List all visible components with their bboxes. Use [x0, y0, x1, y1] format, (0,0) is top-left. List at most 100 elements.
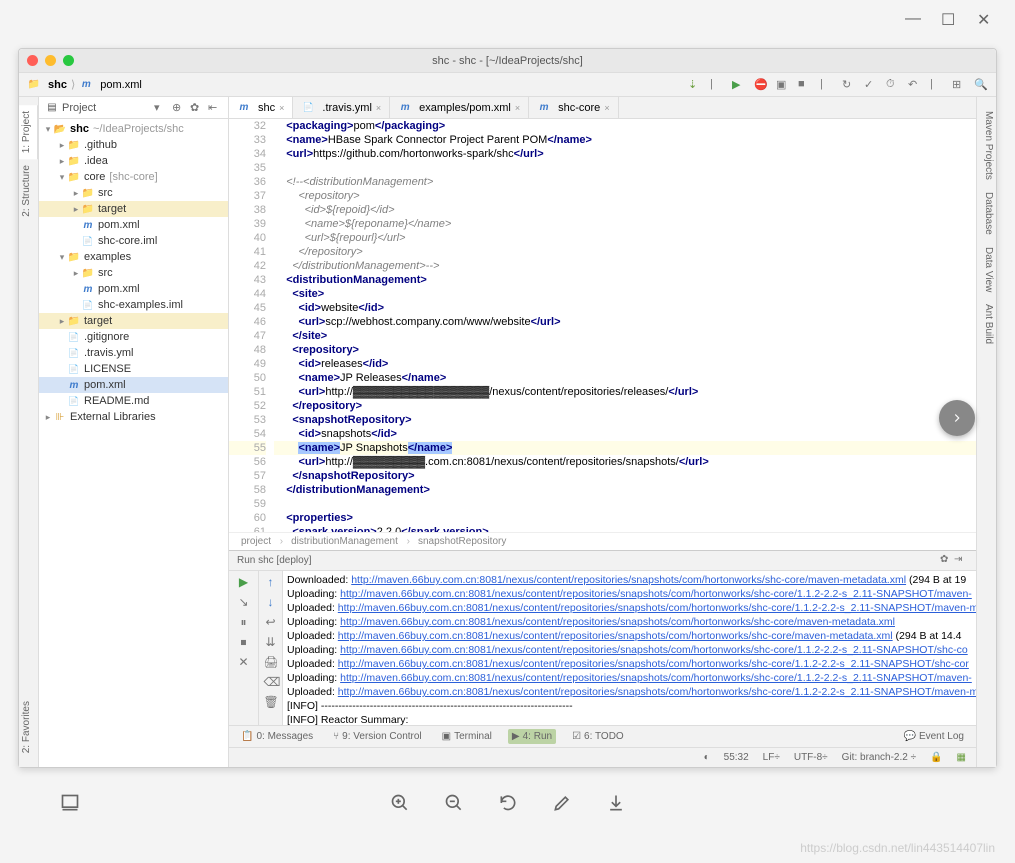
rail-tab-database[interactable]: Database: [977, 186, 996, 241]
code-content[interactable]: <packaging>pom</packaging> <name>HBase S…: [274, 119, 976, 532]
tree-node--idea[interactable]: ▸📁.idea: [39, 153, 228, 169]
coverage-icon[interactable]: ▣: [776, 78, 790, 92]
debug-icon[interactable]: ⛔: [754, 78, 768, 92]
tab-event-log[interactable]: 💬 Event Log: [900, 729, 969, 744]
close-icon[interactable]: ×: [376, 103, 381, 113]
console-link[interactable]: http://maven.66buy.com.cn:8081/nexus/con…: [351, 574, 906, 586]
editor-tab-shc-core[interactable]: mshc-core×: [529, 97, 618, 118]
project-tree[interactable]: ▾📂shc ~/IdeaProjects/shc▸📁.github▸📁.idea…: [39, 119, 228, 767]
trash-icon[interactable]: 🗑: [264, 695, 278, 709]
crumb-project[interactable]: project: [241, 536, 283, 547]
console-link[interactable]: http://maven.66buy.com.cn:8081/nexus/con…: [338, 630, 893, 642]
close-icon[interactable]: ✕: [977, 10, 995, 28]
zoom-in-icon[interactable]: [390, 793, 410, 813]
git-branch[interactable]: Git: branch-2.2 ÷: [842, 752, 916, 763]
console-link[interactable]: http://maven.66buy.com.cn:8081/nexus/con…: [338, 686, 976, 698]
close-icon[interactable]: ×: [604, 103, 609, 113]
crumb-distributionManagement[interactable]: distributionManagement: [291, 536, 410, 547]
tree-node-pom-xml[interactable]: mpom.xml: [39, 377, 228, 393]
cursor-position[interactable]: 55:32: [724, 752, 749, 763]
up-icon[interactable]: ↑: [264, 575, 278, 589]
tab-messages[interactable]: 📋 0: Messages: [237, 729, 317, 744]
console-link[interactable]: http://maven.66buy.com.cn:8081/nexus/con…: [340, 644, 968, 656]
collapse-icon[interactable]: ⇤: [208, 101, 222, 115]
down-icon[interactable]: ↓: [264, 595, 278, 609]
rail-tab----project[interactable]: 1: Project: [19, 105, 38, 159]
stop-icon[interactable]: ■: [798, 78, 812, 92]
console-link[interactable]: http://maven.66buy.com.cn:8081/nexus/con…: [338, 602, 976, 614]
rail-tab-data-view[interactable]: Data View: [977, 241, 996, 298]
tree-node-pom-xml[interactable]: mpom.xml: [39, 281, 228, 297]
tab-version-control[interactable]: ⑂ 9: Version Control: [329, 729, 426, 744]
tree-node-examples[interactable]: ▾📁examples: [39, 249, 228, 265]
console-link[interactable]: http://maven.66buy.com.cn:8081/nexus/con…: [338, 658, 969, 670]
close-icon[interactable]: ×: [515, 103, 520, 113]
edit-icon[interactable]: [552, 793, 572, 813]
tree-node-license[interactable]: 📄LICENSE: [39, 361, 228, 377]
zoom-out-icon[interactable]: [444, 793, 464, 813]
maximize-icon[interactable]: ☐: [941, 10, 959, 28]
tree-node-readme-md[interactable]: 📄README.md: [39, 393, 228, 409]
close-icon[interactable]: ×: [279, 103, 284, 113]
editor-tab--travis-yml[interactable]: 📄.travis.yml×: [293, 97, 390, 118]
run-icon[interactable]: ▶: [732, 78, 746, 92]
rail-tab-ant-build[interactable]: Ant Build: [977, 298, 996, 350]
rail-tab-maven-projects[interactable]: Maven Projects: [977, 105, 996, 186]
editor-tab-shc[interactable]: mshc×: [229, 97, 293, 118]
crumb-snapshotRepository[interactable]: snapshotRepository: [418, 536, 506, 547]
close-button[interactable]: [27, 55, 38, 66]
tree-node-shc-examples-iml[interactable]: 📄shc-examples.iml: [39, 297, 228, 313]
editor-tab-examples-pom-xml[interactable]: mexamples/pom.xml×: [390, 97, 529, 118]
gear-icon[interactable]: ✿: [940, 554, 954, 568]
console-link[interactable]: http://maven.66buy.com.cn:8081/nexus/con…: [340, 672, 972, 684]
tree-node-src[interactable]: ▸📁src: [39, 185, 228, 201]
tree-node-shc-core-iml[interactable]: 📄shc-core.iml: [39, 233, 228, 249]
revert-icon[interactable]: ↶: [908, 78, 922, 92]
commit-icon[interactable]: ✓: [864, 78, 878, 92]
tree-root[interactable]: ▾📂shc ~/IdeaProjects/shc: [39, 121, 228, 137]
thumbnails-icon[interactable]: [60, 793, 80, 813]
tree-node--gitignore[interactable]: 📄.gitignore: [39, 329, 228, 345]
gear-icon[interactable]: ✿: [190, 101, 204, 115]
console-link[interactable]: http://maven.66buy.com.cn:8081/nexus/con…: [340, 616, 895, 628]
minimize-button[interactable]: [45, 55, 56, 66]
lock-icon[interactable]: 🔒: [930, 752, 942, 763]
exit-icon[interactable]: ⏹: [237, 635, 251, 649]
line-ending[interactable]: LF÷: [763, 752, 780, 763]
external-libraries[interactable]: ▸⊪External Libraries: [39, 409, 228, 425]
tree-node-target[interactable]: ▸📁target: [39, 201, 228, 217]
minimize-icon[interactable]: —: [905, 10, 923, 28]
console-output[interactable]: Downloaded: http://maven.66buy.com.cn:80…: [283, 571, 976, 725]
sync-icon[interactable]: ⇣: [688, 78, 702, 92]
maximize-button[interactable]: [63, 55, 74, 66]
wrap-icon[interactable]: ↩: [264, 615, 278, 629]
print-icon[interactable]: 🖨: [264, 655, 278, 669]
tree-node--travis-yml[interactable]: 📄.travis.yml: [39, 345, 228, 361]
next-image-button[interactable]: [939, 400, 975, 436]
tree-node-core[interactable]: ▾📁core[shc-core]: [39, 169, 228, 185]
history-icon[interactable]: ⏱: [886, 78, 900, 92]
editor-breadcrumb[interactable]: project distributionManagement snapshotRep…: [229, 532, 976, 550]
nav-breadcrumb[interactable]: 📁 shc ⟩ m pom.xml: [27, 78, 142, 92]
tab-todo[interactable]: ☑ 6: TODO: [568, 729, 628, 744]
rotate-icon[interactable]: [498, 793, 518, 813]
tab-run[interactable]: ▶ 4: Run: [508, 729, 556, 744]
scroll-icon[interactable]: ⇊: [264, 635, 278, 649]
target-icon[interactable]: ⊕: [172, 101, 186, 115]
stop-icon[interactable]: ↘: [237, 595, 251, 609]
tree-node-pom-xml[interactable]: mpom.xml: [39, 217, 228, 233]
tab-terminal[interactable]: ▣ Terminal: [438, 729, 496, 744]
download-icon[interactable]: [606, 793, 626, 813]
close-icon[interactable]: ✕: [237, 655, 251, 669]
structure-icon[interactable]: ⊞: [952, 78, 966, 92]
update-icon[interactable]: ↻: [842, 78, 856, 92]
code-editor[interactable]: 3233343536373839404142434445464748495051…: [229, 119, 976, 532]
dropdown-icon[interactable]: ▾: [154, 101, 168, 115]
rail-tab----structure[interactable]: 2: Structure: [19, 159, 38, 223]
tree-node--github[interactable]: ▸📁.github: [39, 137, 228, 153]
rerun-icon[interactable]: ▶: [237, 575, 251, 589]
tree-node-src[interactable]: ▸📁src: [39, 265, 228, 281]
encoding[interactable]: UTF-8÷: [794, 752, 828, 763]
search-icon[interactable]: 🔍: [974, 78, 988, 92]
rail-tab----favorites[interactable]: 2: Favorites: [19, 695, 38, 759]
